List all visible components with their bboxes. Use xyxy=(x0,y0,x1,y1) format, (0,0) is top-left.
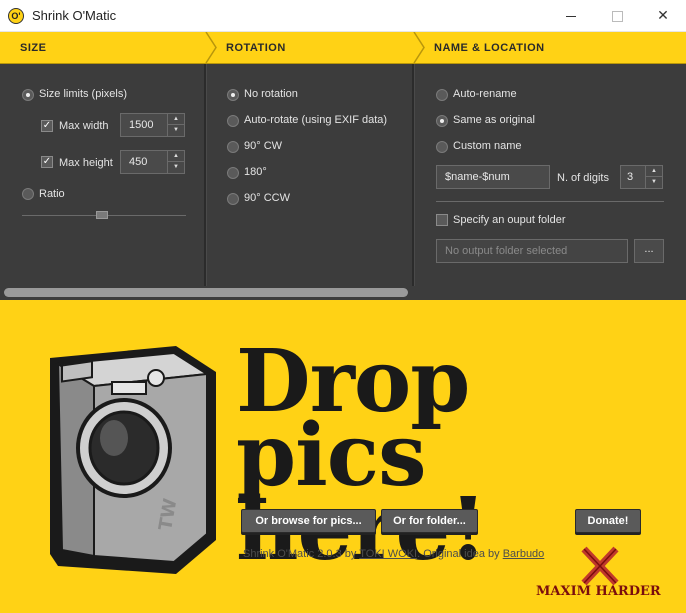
custom-name-radio[interactable] xyxy=(436,141,448,153)
decrement-icon[interactable]: ▼ xyxy=(168,162,184,173)
checkmark-icon: ✓ xyxy=(42,156,52,167)
max-width-checkbox[interactable]: ✓ xyxy=(41,120,53,132)
size-limits-label: Size limits (pixels) xyxy=(39,88,128,100)
max-height-input[interactable]: 450 xyxy=(120,150,168,174)
checkmark-icon: ✓ xyxy=(42,120,52,131)
max-width-label: Max width xyxy=(59,120,109,132)
title-bar: O' Shrink O'Matic ✕ xyxy=(0,0,686,32)
maximize-button[interactable] xyxy=(594,0,640,31)
name-pattern-input[interactable]: $name-$num xyxy=(436,165,550,189)
rotation-radio-auto[interactable] xyxy=(227,115,239,127)
rotation-radio-90ccw[interactable] xyxy=(227,193,239,205)
credits-prefix: Shrink O'Matic 2.0.3 by xyxy=(243,548,360,560)
output-folder-label: Specify an ouput folder xyxy=(453,214,566,226)
donate-button[interactable]: Donate! xyxy=(575,509,641,533)
credits-middle: . Original idea by xyxy=(417,548,503,560)
washing-machine-icon: TW xyxy=(50,346,216,574)
column-divider xyxy=(412,64,415,286)
browse-folder-button[interactable]: Or for folder... xyxy=(381,509,478,533)
browse-pics-button[interactable]: Or browse for pics... xyxy=(241,509,376,533)
rotation-radio-none[interactable] xyxy=(227,89,239,101)
digits-input[interactable]: 3 xyxy=(620,165,646,189)
max-width-input[interactable]: 1500 xyxy=(120,113,168,137)
separator xyxy=(436,201,664,202)
close-icon: ✕ xyxy=(657,7,669,23)
minimize-button[interactable] xyxy=(548,0,594,31)
max-height-checkbox[interactable]: ✓ xyxy=(41,156,53,168)
author-link[interactable]: TOKI WOKI xyxy=(359,548,417,560)
rotation-option-label: No rotation xyxy=(244,88,298,100)
max-height-label: Max height xyxy=(59,157,113,169)
increment-icon[interactable]: ▲ xyxy=(168,114,184,125)
drop-zone-text[interactable]: Drop pics here! xyxy=(236,339,666,573)
output-folder-checkbox[interactable] xyxy=(436,214,448,226)
max-height-stepper[interactable]: ▲ ▼ xyxy=(167,150,185,174)
chevron-right-icon xyxy=(413,32,425,63)
digits-stepper[interactable]: ▲ ▼ xyxy=(645,165,663,189)
column-divider xyxy=(204,64,207,286)
auto-rename-radio[interactable] xyxy=(436,89,448,101)
rotation-option-label: Auto-rotate (using EXIF data) xyxy=(244,114,388,126)
rotation-option-label: 90° CW xyxy=(244,140,283,152)
section-rotation-label: ROTATION xyxy=(226,42,286,54)
app-icon: O' xyxy=(8,8,24,24)
size-limits-radio[interactable] xyxy=(22,89,34,101)
window-title: Shrink O'Matic xyxy=(32,8,117,23)
maximize-icon xyxy=(611,10,623,22)
rotation-radio-180[interactable] xyxy=(227,167,239,179)
section-name-location-label: NAME & LOCATION xyxy=(434,42,545,54)
ratio-slider-handle[interactable] xyxy=(96,211,108,219)
same-as-original-radio[interactable] xyxy=(436,115,448,127)
decrement-icon[interactable]: ▼ xyxy=(646,177,662,188)
ratio-label: Ratio xyxy=(39,188,65,200)
increment-icon[interactable]: ▲ xyxy=(646,166,662,177)
rotation-option-label: 90° CCW xyxy=(244,192,290,204)
logo-text: MAXIM HARDER xyxy=(536,584,661,599)
same-as-original-label: Same as original xyxy=(453,114,535,126)
browse-folder-button[interactable]: ... xyxy=(634,239,664,263)
settings-panel: Size limits (pixels) ✓ Max width 1500 ▲ ▼… xyxy=(0,64,686,300)
minimize-icon xyxy=(566,15,576,17)
auto-rename-label: Auto-rename xyxy=(453,88,517,100)
digits-label: N. of digits xyxy=(557,172,609,184)
horizontal-scrollbar[interactable] xyxy=(4,288,408,297)
max-width-stepper[interactable]: ▲ ▼ xyxy=(167,113,185,137)
ratio-radio[interactable] xyxy=(22,188,34,200)
output-folder-input[interactable]: No output folder selected xyxy=(436,239,628,263)
rotation-option-label: 180° xyxy=(244,166,267,178)
section-size-label: SIZE xyxy=(20,42,47,54)
increment-icon[interactable]: ▲ xyxy=(168,151,184,162)
section-header-bar: SIZE ROTATION NAME & LOCATION xyxy=(0,32,686,64)
rotation-radio-90cw[interactable] xyxy=(227,141,239,153)
close-button[interactable]: ✕ xyxy=(640,0,686,31)
credits-line: Shrink O'Matic 2.0.3 by TOKI WOKI. Origi… xyxy=(243,548,544,560)
custom-name-label: Custom name xyxy=(453,140,522,152)
decrement-icon[interactable]: ▼ xyxy=(168,125,184,136)
chevron-right-icon xyxy=(205,32,217,63)
